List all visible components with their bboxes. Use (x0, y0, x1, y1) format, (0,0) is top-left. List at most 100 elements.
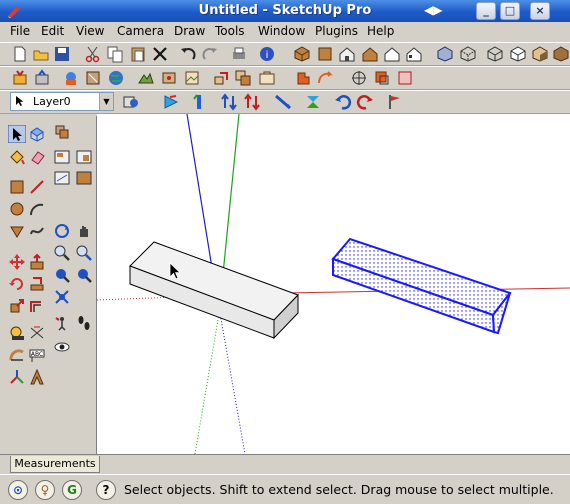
front-view-icon[interactable] (338, 45, 356, 63)
paint-bucket-icon[interactable] (8, 148, 26, 166)
subtract-icon[interactable] (316, 69, 334, 87)
photo-textures-icon[interactable] (84, 69, 102, 87)
title-nav-arrows-icon[interactable]: ◀▶ (424, 3, 446, 19)
shaded-textures-icon[interactable] (552, 45, 570, 63)
entity-info-icon[interactable] (75, 148, 93, 166)
tag-manager-icon[interactable] (53, 169, 71, 187)
previous-icon[interactable] (75, 266, 93, 284)
xray-icon[interactable] (436, 45, 454, 63)
rotate-back-icon[interactable] (356, 93, 374, 111)
google-signin-icon[interactable]: G (62, 480, 82, 500)
move-icon[interactable] (8, 253, 26, 271)
offset-icon[interactable] (28, 297, 46, 315)
menu-help[interactable]: Help (367, 24, 394, 38)
minimize-button[interactable]: _ (476, 2, 496, 20)
top-view-icon[interactable] (316, 45, 334, 63)
close-button[interactable]: × (530, 2, 550, 20)
undo-icon[interactable] (179, 45, 197, 63)
freehand-icon[interactable] (28, 222, 46, 240)
preview-earth-icon[interactable] (107, 69, 125, 87)
new-icon[interactable] (11, 45, 29, 63)
credits-icon[interactable]: ♀ (35, 480, 55, 500)
arc-icon[interactable] (28, 200, 46, 218)
layer-manager-icon[interactable] (122, 93, 140, 111)
scale-icon[interactable] (243, 93, 261, 111)
menu-tools[interactable]: Tools (215, 24, 245, 38)
outliner-icon[interactable] (53, 148, 71, 166)
zoom-icon[interactable] (53, 244, 71, 262)
wireframe-icon[interactable] (486, 45, 504, 63)
share-component-icon[interactable] (62, 69, 80, 87)
menu-file[interactable]: File (10, 24, 30, 38)
look-around-icon[interactable] (53, 338, 71, 356)
right-view-icon[interactable] (361, 45, 379, 63)
3d-text-icon[interactable] (28, 368, 46, 386)
save-icon[interactable] (53, 45, 71, 63)
geo-location-icon[interactable]: ⊙ (8, 480, 28, 500)
box-unselected[interactable] (129, 241, 299, 340)
menu-camera[interactable]: Camera (117, 24, 164, 38)
component-icon[interactable] (28, 125, 46, 143)
green-axis-icon[interactable] (190, 93, 208, 111)
get-photo-texture-icon[interactable] (183, 69, 201, 87)
menu-plugins[interactable]: Plugins (315, 24, 358, 38)
toggle-terrain-icon[interactable] (137, 69, 155, 87)
orbit-icon[interactable] (53, 222, 71, 240)
walk-icon[interactable] (75, 314, 93, 332)
layer-dropdown[interactable]: Layer0 ▼ (10, 92, 114, 111)
split-icon[interactable] (373, 69, 391, 87)
intersect-icon[interactable] (234, 69, 252, 87)
zoom-extents-icon[interactable] (53, 266, 71, 284)
dimension-icon[interactable] (28, 324, 46, 342)
add-location-icon[interactable] (160, 69, 178, 87)
section-plane-icon[interactable] (396, 69, 414, 87)
polygon-icon[interactable] (8, 222, 26, 240)
scene-canvas[interactable] (97, 114, 570, 454)
line-icon[interactable] (28, 178, 46, 196)
rotate-icon[interactable] (304, 93, 322, 111)
menu-view[interactable]: View (76, 24, 104, 38)
trim-icon[interactable] (350, 69, 368, 87)
share-model-icon[interactable] (33, 69, 51, 87)
open-icon[interactable] (32, 45, 50, 63)
print-icon[interactable] (230, 45, 248, 63)
follow-me-icon[interactable] (212, 69, 230, 87)
make-group-icon[interactable] (53, 123, 71, 141)
push-pull-icon[interactable] (28, 253, 46, 271)
flag-icon[interactable] (386, 93, 404, 111)
back-edges-icon[interactable] (459, 45, 477, 63)
eraser-icon[interactable] (28, 148, 46, 166)
circle-icon[interactable] (8, 200, 26, 218)
flip-icon[interactable] (274, 93, 292, 111)
tape-measure-icon[interactable] (8, 324, 26, 342)
model-info-icon[interactable]: i (258, 45, 276, 63)
maximize-button[interactable]: □ (500, 2, 520, 20)
model-viewport[interactable] (97, 114, 570, 454)
box-selected[interactable] (331, 237, 512, 335)
get-models-icon[interactable] (11, 69, 29, 87)
chevron-down-icon[interactable]: ▼ (99, 93, 113, 110)
cut-icon[interactable] (84, 45, 102, 63)
zoom-window-icon[interactable] (75, 244, 93, 262)
redo-icon[interactable] (201, 45, 219, 63)
red-axis-icon[interactable] (162, 93, 180, 111)
iso-view-icon[interactable] (293, 45, 311, 63)
erase-icon[interactable] (151, 45, 169, 63)
mirror-icon[interactable] (334, 93, 352, 111)
help-icon[interactable]: ? (96, 480, 116, 500)
hidden-line-icon[interactable] (509, 45, 527, 63)
protractor-icon[interactable] (8, 346, 26, 364)
back-view-icon[interactable] (383, 45, 401, 63)
scale-icon[interactable] (8, 297, 26, 315)
blue-axis-icon[interactable] (220, 93, 238, 111)
select-icon[interactable] (8, 125, 26, 143)
measurements-label[interactable]: Measurements (10, 456, 100, 473)
outer-shell-icon[interactable] (258, 69, 276, 87)
section-plane-icon[interactable] (53, 288, 71, 306)
menu-edit[interactable]: Edit (41, 24, 64, 38)
rectangle-icon[interactable] (8, 178, 26, 196)
position-camera-icon[interactable] (53, 314, 71, 332)
scenes-icon[interactable] (75, 169, 93, 187)
follow-me-icon[interactable] (28, 275, 46, 293)
union-icon[interactable] (294, 69, 312, 87)
